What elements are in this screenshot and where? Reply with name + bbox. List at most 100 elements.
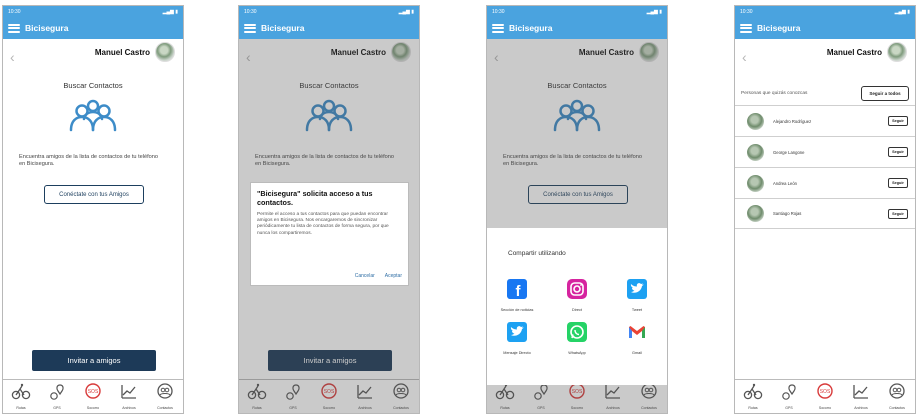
gps-icon xyxy=(779,383,799,405)
nav-label: GPS xyxy=(53,406,61,410)
invite-friends-button[interactable]: Invitar a amigos xyxy=(32,350,156,371)
menu-icon[interactable] xyxy=(492,23,504,33)
user-profile[interactable]: Manuel Castro xyxy=(827,42,907,62)
cancel-button[interactable]: Cancelar xyxy=(355,273,375,279)
list-item: Andrea León Seguir xyxy=(735,167,915,198)
signal-battery-icon: ▂▄▆ ▮ xyxy=(894,8,910,15)
user-profile[interactable]: Manuel Castro xyxy=(95,42,175,62)
nav-label: Socorro xyxy=(818,406,832,410)
follow-button[interactable]: Seguir xyxy=(888,178,908,188)
nav-label: Archivos xyxy=(122,406,136,410)
menu-icon[interactable] xyxy=(244,23,256,33)
status-bar: 10:30 ▂▄▆ ▮ xyxy=(3,6,183,17)
nav-item-gps[interactable]: GPS xyxy=(779,383,799,410)
user-name: Manuel Castro xyxy=(94,47,150,57)
screen-search-contacts: 10:30 ▂▄▆ ▮ Bicisegura ‹ Manuel Castro B… xyxy=(2,5,184,414)
nav-item-contactos[interactable]: Contactos xyxy=(155,383,175,410)
app-bar: Bicisegura xyxy=(487,17,667,39)
dialog-actions: Cancelar Aceptar xyxy=(355,273,402,279)
share-option[interactable]: Tweet xyxy=(607,279,667,312)
status-bar: 10:30 ▂▄▆ ▮ xyxy=(735,6,915,17)
instagram-icon xyxy=(567,279,587,304)
description-text: Encuentra amigos de la lista de contacto… xyxy=(19,154,158,167)
app-bar: Bicisegura xyxy=(735,17,915,39)
contact-name: Andrea León xyxy=(773,180,797,186)
avatar xyxy=(747,112,764,130)
status-time: 10:30 xyxy=(492,8,505,15)
page-title: Buscar Contactos xyxy=(63,81,123,90)
accept-button[interactable]: Aceptar xyxy=(385,273,402,279)
bottom-navigation: Rutas GPS SOS Socorro Archivos Contactos xyxy=(735,379,915,413)
nav-label: GPS xyxy=(785,406,793,410)
cyclist-icon xyxy=(743,383,763,405)
share-option-label: Mensaje Directo xyxy=(503,351,531,355)
app-title: Bicisegura xyxy=(261,23,305,33)
contact-list: Alejandro Rodríguez Seguir George Langone S… xyxy=(735,105,915,229)
list-item: Santiago Rojas Seguir xyxy=(735,198,915,229)
back-chevron-icon[interactable]: ‹ xyxy=(10,50,15,64)
status-bar: 10:30 ▂▄▆ ▮ xyxy=(487,6,667,17)
list-item: Alejandro Rodríguez Seguir xyxy=(735,105,915,136)
sos-icon: SOS xyxy=(83,383,103,405)
svg-text:SOS: SOS xyxy=(88,389,99,395)
nav-item-archivos[interactable]: Archivos xyxy=(851,383,871,410)
contacts-icon xyxy=(155,383,175,405)
follow-all-button[interactable]: Seguir a todos xyxy=(861,86,909,101)
share-option[interactable]: Mensaje Directo xyxy=(487,322,547,355)
share-option-label: Tweet xyxy=(631,308,643,312)
signal-battery-icon: ▂▄▆ ▮ xyxy=(646,8,662,15)
status-time: 10:30 xyxy=(8,8,21,15)
nav-item-rutas[interactable]: Rutas xyxy=(743,383,763,410)
share-option[interactable]: Direct xyxy=(547,279,607,312)
share-option[interactable]: WhatsApp xyxy=(547,322,607,355)
contacts-icon xyxy=(887,383,907,405)
list-item: George Langone Seguir xyxy=(735,136,915,167)
nav-label: Rutas xyxy=(748,406,758,410)
nav-label: Contactos xyxy=(157,406,173,410)
follow-button[interactable]: Seguir xyxy=(888,147,908,157)
status-time: 10:30 xyxy=(740,8,753,15)
nav-item-gps[interactable]: GPS xyxy=(47,383,67,410)
menu-icon[interactable] xyxy=(740,23,752,33)
follow-all-row: Personas que quizás conozcas Seguir a tod… xyxy=(741,86,909,101)
share-option[interactable]: Gmail xyxy=(607,322,667,355)
back-chevron-icon[interactable]: ‹ xyxy=(742,50,747,64)
share-sheet-title: Compartir utilizando xyxy=(508,250,566,257)
avatar xyxy=(747,205,764,222)
screen-suggested-people: 10:30 ▂▄▆ ▮ Bicisegura ‹ Manuel Castro P… xyxy=(734,5,916,414)
share-sheet: Compartir utilizando f Sección de noticias… xyxy=(487,228,667,385)
follow-button[interactable]: Seguir xyxy=(888,116,908,126)
contact-name: Alejandro Rodríguez xyxy=(773,118,812,124)
nav-item-contactos[interactable]: Contactos xyxy=(887,383,907,410)
facebook-icon: f xyxy=(507,279,527,304)
nav-label: Archivos xyxy=(854,406,868,410)
app-title: Bicisegura xyxy=(509,23,553,33)
connect-friends-button[interactable]: Conéctate con tus Amigos xyxy=(44,185,144,204)
menu-icon[interactable] xyxy=(8,23,20,33)
share-option-label: Direct xyxy=(572,308,582,312)
share-option-label: WhatsApp xyxy=(568,351,586,355)
nav-item-archivos[interactable]: Archivos xyxy=(119,383,139,410)
share-options: f Sección de noticias Direct Tweet Mensaje D… xyxy=(487,279,667,355)
app-title: Bicisegura xyxy=(25,23,69,33)
nav-item-socorro[interactable]: SOS Socorro xyxy=(83,383,103,410)
whatsapp-icon xyxy=(567,322,587,347)
dialog-title: "Bicisegura" solicita acceso a tus conta… xyxy=(257,189,373,207)
nav-item-socorro[interactable]: SOS Socorro xyxy=(815,383,835,410)
nav-label: Rutas xyxy=(16,406,26,410)
status-bar: 10:30 ▂▄▆ ▮ xyxy=(239,6,419,17)
nav-item-rutas[interactable]: Rutas xyxy=(11,383,31,410)
people-icon xyxy=(3,99,183,133)
share-option[interactable]: f Sección de noticias xyxy=(487,279,547,312)
permission-dialog: "Bicisegura" solicita acceso a tus conta… xyxy=(250,182,409,286)
twitter-icon xyxy=(627,279,647,304)
sos-icon: SOS xyxy=(815,383,835,405)
avatar xyxy=(747,143,764,161)
cyclist-icon xyxy=(11,383,31,405)
share-option-label: Gmail xyxy=(632,351,642,355)
follow-button[interactable]: Seguir xyxy=(888,208,908,219)
avatar xyxy=(747,174,764,192)
user-name: Manuel Castro xyxy=(826,47,882,57)
svg-text:SOS: SOS xyxy=(820,389,831,395)
bottom-navigation: Rutas GPS SOS Socorro Archivos Contactos xyxy=(3,379,183,413)
